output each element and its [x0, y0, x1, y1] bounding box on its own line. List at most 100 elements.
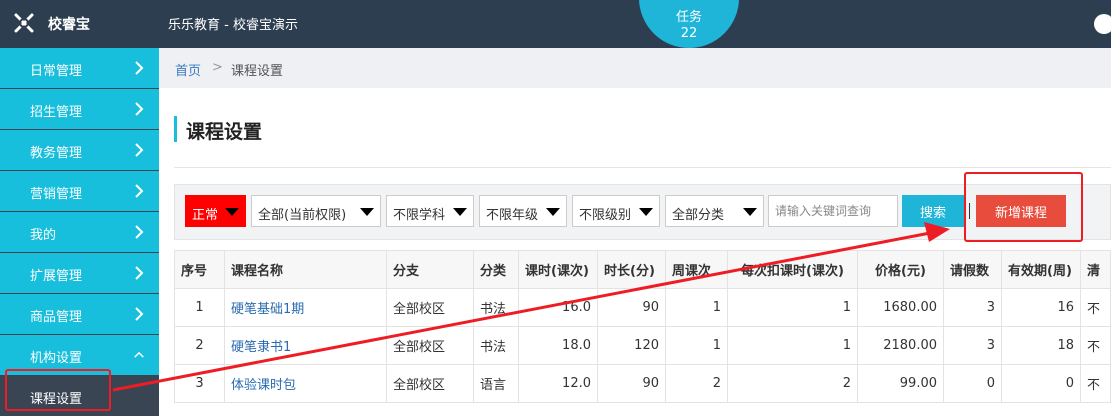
col-header-clear: 清 [1080, 250, 1111, 289]
sidebar-item-label: 教务管理 [30, 146, 83, 161]
caret-down-icon [743, 208, 757, 216]
campus-select[interactable]: 全部(当前权限) [251, 195, 381, 227]
cell-course-name-link[interactable]: 硬笔基础1期 [224, 288, 387, 327]
col-header-deduct: 每次扣课时(课次) [727, 250, 858, 289]
grade-select[interactable]: 不限年级 [479, 195, 567, 227]
category-select[interactable]: 全部分类 [665, 195, 764, 227]
annotation-box-add-course [964, 172, 1083, 242]
sidebar-item-daily[interactable]: 日常管理 [0, 48, 159, 88]
cell-index: 2 [174, 326, 225, 365]
col-header-duration: 时长(分) [597, 250, 666, 289]
sidebar-item-mine[interactable]: 我的 [0, 212, 159, 252]
sidebar-item-products[interactable]: 商品管理 [0, 294, 159, 334]
table-row[interactable]: 1 硬笔基础1期 全部校区 书法 16.0 90 1 1 1680.00 3 1… [174, 288, 1111, 327]
sidebar-item-label: 机构设置 [30, 351, 83, 366]
table-row[interactable]: 3 体验课时包 全部校区 语言 12.0 90 2 2 99.00 0 0 不 [174, 364, 1111, 403]
annotation-box-course-settings [5, 369, 111, 411]
cell-branch: 全部校区 [386, 364, 474, 403]
cell-duration: 90 [597, 364, 666, 403]
cell-weekly: 1 [665, 288, 728, 327]
cell-category: 书法 [473, 288, 519, 327]
cell-validity: 16 [1001, 288, 1081, 327]
campus-select-value: 全部(当前权限) [258, 208, 347, 223]
cell-clear: 不 [1080, 326, 1111, 365]
cell-category: 语言 [473, 364, 519, 403]
divider [174, 167, 1111, 168]
course-table: 序号 课程名称 分支 分类 课时(课次) 时长(分) 周课次 每次扣课时(课次)… [174, 250, 1111, 403]
col-header-course-name: 课程名称 [224, 250, 387, 289]
chevron-right-icon [135, 102, 144, 116]
cell-clear: 不 [1080, 288, 1111, 327]
table-row[interactable]: 2 硬笔隶书1 全部校区 书法 18.0 120 1 1 2180.00 3 1… [174, 326, 1111, 365]
logo-text: 校睿宝 [48, 17, 90, 33]
sidebar-item-marketing[interactable]: 营销管理 [0, 171, 159, 211]
breadcrumb-separator: > [212, 60, 223, 75]
sidebar-item-label: 营销管理 [30, 187, 83, 202]
cell-weekly: 1 [665, 326, 728, 365]
cell-leave: 3 [943, 288, 1002, 327]
cell-price: 2180.00 [857, 326, 944, 365]
sidebar-item-enrollment[interactable]: 招生管理 [0, 89, 159, 129]
subject-select-value: 不限学科 [393, 208, 446, 223]
caret-down-icon [453, 208, 467, 216]
chevron-right-icon [135, 266, 144, 280]
cell-deduct: 2 [727, 364, 858, 403]
cell-branch: 全部校区 [386, 326, 474, 365]
sidebar-item-label: 我的 [30, 228, 57, 243]
sidebar-item-label: 招生管理 [30, 105, 83, 120]
col-header-weekly: 周课次 [665, 250, 728, 289]
chevron-right-icon [135, 143, 144, 157]
chevron-right-icon [135, 225, 144, 239]
caret-down-icon [546, 208, 560, 216]
cell-course-name-link[interactable]: 硬笔隶书1 [224, 326, 387, 365]
cell-duration: 90 [597, 288, 666, 327]
user-icon[interactable] [1094, 14, 1111, 34]
cell-index: 3 [174, 364, 225, 403]
cell-price: 1680.00 [857, 288, 944, 327]
cell-index: 1 [174, 288, 225, 327]
level-select[interactable]: 不限级别 [572, 195, 660, 227]
cell-course-name-link[interactable]: 体验课时包 [224, 364, 387, 403]
org-title: 乐乐教育 - 校睿宝演示 [168, 18, 298, 33]
col-header-price: 价格(元) [857, 250, 944, 289]
cell-lessons: 18.0 [518, 326, 598, 365]
breadcrumb-current: 课程设置 [231, 64, 284, 79]
search-input[interactable] [768, 195, 898, 227]
sidebar-item-extension[interactable]: 扩展管理 [0, 253, 159, 293]
cell-branch: 全部校区 [386, 288, 474, 327]
category-select-value: 全部分类 [672, 208, 725, 223]
sidebar-item-label: 扩展管理 [30, 269, 83, 284]
cell-lessons: 16.0 [518, 288, 598, 327]
task-bubble[interactable]: 任务 22 [639, 0, 739, 48]
chevron-up-icon [134, 351, 144, 358]
sidebar-item-label: 商品管理 [30, 310, 83, 325]
col-header-validity: 有效期(周) [1001, 250, 1081, 289]
logo-icon [14, 13, 34, 33]
sidebar-item-label: 日常管理 [30, 64, 83, 79]
cell-validity: 0 [1001, 364, 1081, 403]
status-select[interactable]: 正常 [185, 195, 246, 227]
cell-lessons: 12.0 [518, 364, 598, 403]
search-button[interactable]: 搜索 [902, 195, 964, 227]
caret-down-icon [225, 208, 239, 216]
top-bar: 校睿宝 乐乐教育 - 校睿宝演示 任务 22 [0, 0, 1111, 48]
col-header-category: 分类 [473, 250, 519, 289]
chevron-right-icon [135, 184, 144, 198]
caret-down-icon [360, 208, 374, 216]
cell-deduct: 1 [727, 326, 858, 365]
title-accent-bar [174, 116, 177, 142]
grade-select-value: 不限年级 [486, 208, 539, 223]
cell-weekly: 2 [665, 364, 728, 403]
breadcrumb: 首页 > 课程设置 [159, 48, 1111, 88]
cell-clear: 不 [1080, 364, 1111, 403]
level-select-value: 不限级别 [579, 208, 632, 223]
caret-down-icon [639, 208, 653, 216]
page-title: 课程设置 [186, 121, 263, 143]
subject-select[interactable]: 不限学科 [386, 195, 474, 227]
chevron-right-icon [135, 61, 144, 75]
status-select-value: 正常 [192, 208, 219, 223]
breadcrumb-home-link[interactable]: 首页 [175, 60, 201, 79]
col-header-branch: 分支 [386, 250, 474, 289]
col-header-lessons: 课时(课次) [518, 250, 598, 289]
sidebar-item-academic[interactable]: 教务管理 [0, 130, 159, 170]
